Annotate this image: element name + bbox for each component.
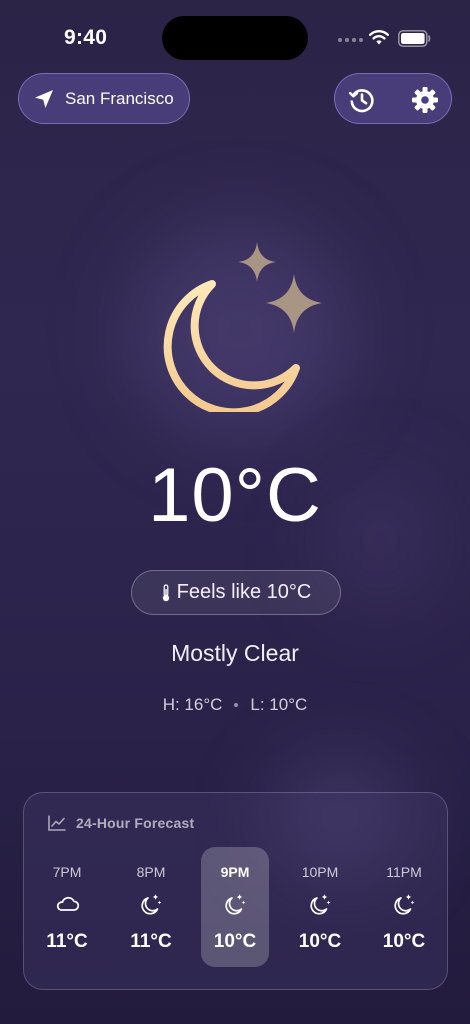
hour-temperature: 10°C (213, 931, 257, 952)
hourly-item[interactable]: 7PM 11°C (33, 847, 101, 967)
thermometer-icon (162, 583, 169, 601)
hourly-forecast-card: 24-Hour Forecast 7PM 11°C 8PM 11°C 9PM 1… (23, 792, 448, 990)
hour-time: 7PM (52, 864, 82, 880)
forecast-header: 24-Hour Forecast (48, 815, 194, 831)
moon-stars-icon (394, 894, 415, 915)
feels-like-badge: Feels like 10°C (131, 570, 341, 615)
hour-time: 9PM (220, 864, 250, 880)
hour-time: 8PM (136, 864, 166, 880)
battery-icon (398, 30, 431, 47)
hour-temperature: 10°C (298, 931, 342, 952)
feels-like-label: Feels like 10°C (176, 581, 312, 603)
hour-temperature: 11°C (46, 931, 88, 952)
hourly-item[interactable]: 11PM 10°C (370, 847, 438, 967)
moon-stars-icon (163, 242, 322, 412)
cloud-icon (56, 896, 80, 911)
weather-condition: Mostly Clear (171, 640, 299, 666)
location-name: San Francisco (65, 88, 174, 108)
high-low-temperature: H: 16°C L: 10°C (0, 695, 470, 715)
hour-temperature: 10°C (382, 931, 426, 952)
forecast-title: 24-Hour Forecast (76, 815, 195, 831)
moon-stars-icon (225, 894, 246, 915)
moon-stars-icon (310, 894, 331, 915)
separator-dot (234, 703, 239, 707)
hour-temperature: 11°C (130, 931, 172, 952)
current-temperature: 10°C (148, 453, 322, 538)
hourly-item-selected[interactable]: 9PM 10°C (201, 847, 269, 967)
moon-stars-icon (141, 894, 162, 915)
header-actions (334, 73, 452, 124)
low-temperature: L: 10°C (250, 695, 308, 714)
dynamic-island (162, 16, 308, 60)
cellular-signal-icon (338, 38, 363, 42)
history-icon[interactable] (348, 86, 376, 114)
hour-time: 10PM (301, 864, 339, 880)
location-button[interactable]: San Francisco (18, 73, 190, 124)
high-temperature: H: 16°C (162, 695, 223, 714)
hourly-item[interactable]: 10PM 10°C (286, 847, 354, 967)
location-arrow-icon (35, 89, 53, 108)
wifi-icon (369, 30, 389, 45)
hourly-item[interactable]: 8PM 11°C (117, 847, 185, 967)
chart-line-icon (48, 815, 66, 831)
gear-icon[interactable] (411, 86, 439, 114)
status-time: 9:40 (64, 26, 108, 49)
status-bar: 9:40 (0, 0, 470, 76)
hour-time: 11PM (386, 864, 422, 880)
